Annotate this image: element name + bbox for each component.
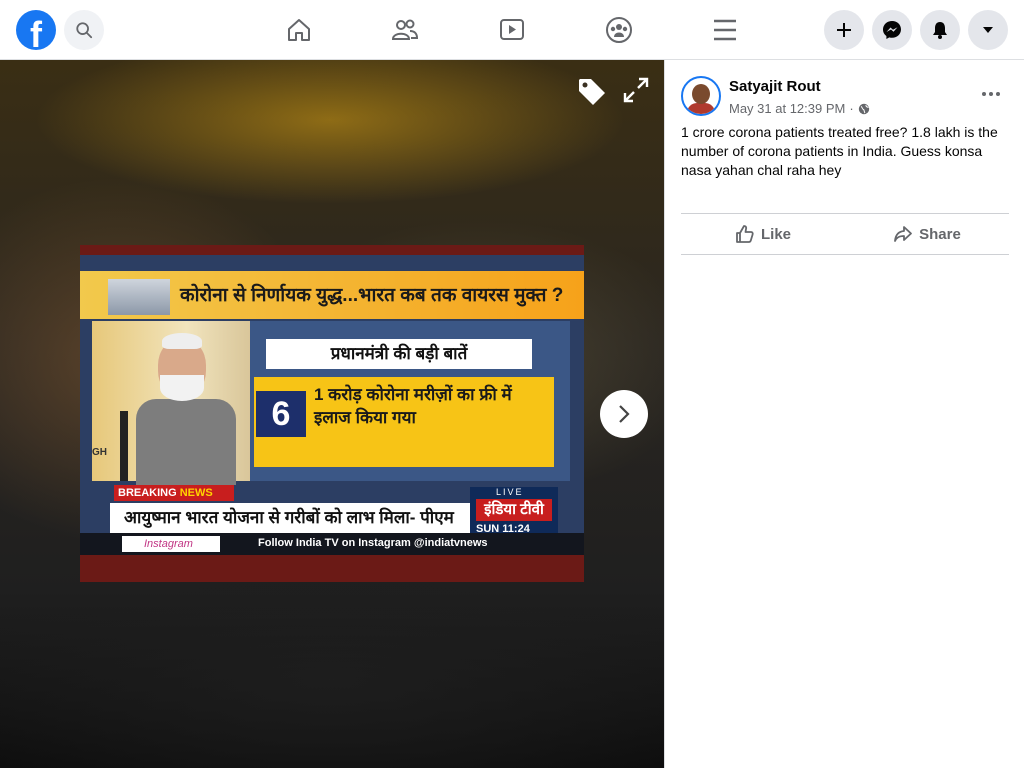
account-menu-button[interactable] (968, 10, 1008, 50)
nav-friends[interactable] (385, 12, 425, 48)
breaking-news-label: BREAKING NEWS (114, 485, 234, 501)
like-button[interactable]: Like (681, 214, 845, 254)
post-timestamp[interactable]: May 31 at 12:39 PM (729, 101, 845, 116)
nav-groups[interactable] (599, 12, 639, 48)
tag-photo-button[interactable] (576, 76, 608, 113)
point-text: 1 करोड़ कोरोना मरीज़ों का फ्री में इलाज … (314, 385, 512, 427)
messenger-button[interactable] (872, 10, 912, 50)
notifications-button[interactable] (920, 10, 960, 50)
expand-icon (623, 77, 649, 103)
notifications-icon (933, 22, 947, 39)
next-photo-button[interactable] (600, 390, 648, 438)
point-number: 6 (256, 391, 306, 437)
share-label: Share (919, 225, 961, 243)
avatar-shirt (687, 103, 715, 114)
news-screenshot: कोरोना से निर्णायक युद्ध...भारत कब तक वा… (80, 255, 584, 555)
news-subtitle: प्रधानमंत्री की बड़ी बातें (266, 339, 532, 369)
post-actions: Like Share (681, 213, 1009, 255)
post-options-button[interactable] (975, 84, 1007, 104)
chevron-down-icon (983, 27, 993, 33)
instagram-badge: Instagram (122, 536, 220, 552)
fullscreen-button[interactable] (622, 76, 650, 109)
live-label: LIVE (496, 487, 524, 497)
channel-logo: LIVE इंडिया टीवी SUN 11:24 (470, 487, 558, 539)
globe-icon (858, 103, 869, 114)
search-button[interactable] (64, 10, 104, 50)
facebook-logo[interactable]: f (16, 10, 56, 50)
instagram-strip: Instagram Follow India TV on Instagram @… (80, 533, 584, 555)
share-button[interactable]: Share (845, 214, 1009, 254)
post-text: 1 crore corona patients treated free? 1.… (681, 124, 998, 178)
thumbs-up-icon (736, 225, 754, 243)
friends-icon (391, 19, 419, 40)
news-headline: कोरोना से निर्णायक युद्ध...भारत कब तक वा… (180, 285, 564, 306)
home-icon (288, 19, 310, 41)
instagram-label: Instagram (144, 538, 193, 550)
post-meta: May 31 at 12:39 PM · (729, 101, 870, 116)
nav-home[interactable] (279, 12, 319, 48)
author-name[interactable]: Satyajit Rout (729, 78, 821, 95)
more-icon (982, 92, 1000, 96)
messenger-icon (883, 21, 901, 39)
watch-icon (500, 19, 524, 40)
search-icon (76, 22, 93, 39)
speaker-hair (162, 333, 202, 349)
news-headline-strip: कोरोना से निर्णायक युद्ध...भारत कब तक वा… (80, 271, 584, 319)
nav-menu[interactable] (705, 12, 745, 48)
side-caption: GH (92, 447, 107, 458)
follow-text: Follow India TV on Instagram @indiatvnew… (258, 537, 488, 549)
share-icon (894, 226, 913, 242)
breaking-word: BREAKING (118, 487, 177, 499)
headline-thumbnail (108, 279, 170, 315)
post-photo[interactable]: कोरोना से निर्णायक युद्ध...भारत कब तक वा… (80, 245, 584, 582)
speaker-body (136, 399, 236, 485)
facebook-logo-letter: f (30, 14, 42, 51)
news-word: NEWS (179, 487, 213, 499)
photo-viewer: कोरोना से निर्णायक युद्ध...भारत कब तक वा… (0, 60, 664, 768)
chevron-right-icon (619, 405, 630, 423)
avatar[interactable] (681, 76, 721, 116)
nav-watch[interactable] (492, 12, 532, 48)
speaker-beard (160, 375, 204, 401)
meta-separator: · (849, 101, 854, 116)
post-details-panel: Satyajit Rout May 31 at 12:39 PM · 1 cro… (664, 60, 1024, 768)
top-navigation-bar: f (0, 0, 1024, 60)
like-label: Like (760, 225, 791, 243)
menu-icon (714, 19, 736, 41)
studio-scene: GH (92, 321, 250, 485)
news-ticker: आयुष्मान भारत योजना से गरीबों को लाभ मिल… (110, 503, 470, 533)
avatar-face (692, 84, 710, 104)
groups-icon (606, 17, 632, 43)
microphone (120, 411, 128, 481)
create-icon (837, 23, 851, 37)
channel-name: इंडिया टीवी (476, 499, 552, 521)
tag-icon (579, 79, 605, 105)
create-button[interactable] (824, 10, 864, 50)
